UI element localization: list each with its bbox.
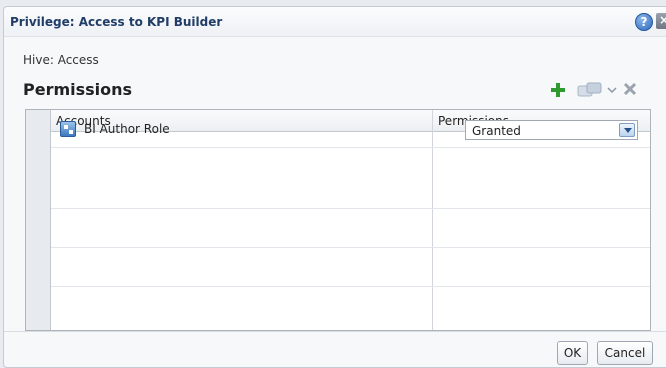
dialog-titlebar: Privilege: Access to KPI Builder ? × [4,7,666,37]
dialog-title: Privilege: Access to KPI Builder [10,15,223,29]
close-icon[interactable]: × [656,13,666,29]
role-icon [60,121,76,137]
chevron-down-icon[interactable] [619,123,635,137]
permission-select[interactable]: Granted [465,120,638,140]
footer-separator [4,331,666,332]
table-row[interactable]: BI Author Role Granted [51,110,650,148]
add-icon[interactable] [549,81,567,99]
privilege-dialog: Privilege: Access to KPI Builder ? × Hiv… [3,6,666,368]
table-row[interactable] [51,210,650,248]
permissions-section-title: Permissions [23,80,133,99]
hive-label: Hive: Access [23,53,99,67]
permissions-table: Accounts Permissions BI Author Role Gran… [25,109,651,331]
ok-button[interactable]: OK [557,341,588,365]
delete-icon[interactable] [622,81,638,97]
cancel-button[interactable]: Cancel [597,341,653,365]
edit-icon[interactable] [577,82,603,98]
account-name: BI Author Role [84,122,170,136]
permission-select-value: Granted [472,124,521,138]
table-row[interactable] [51,288,650,326]
table-row[interactable] [51,171,650,209]
chevron-down-icon[interactable] [607,85,617,95]
help-icon[interactable]: ? [635,13,653,31]
row-header-column [26,110,51,330]
table-row[interactable] [51,249,650,287]
